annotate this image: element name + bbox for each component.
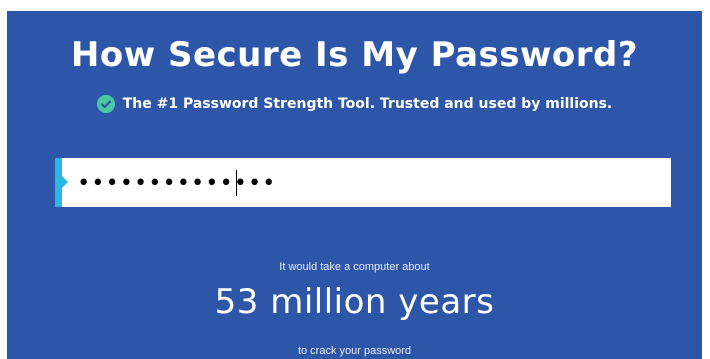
password-field-accent: [55, 158, 62, 207]
password-field-container[interactable]: [55, 158, 671, 207]
result-intro: It would take a computer about: [279, 261, 430, 273]
crack-time-result: 53 million years: [214, 282, 495, 322]
check-circle-icon: [96, 95, 115, 113]
password-input[interactable]: [77, 168, 657, 198]
subtitle: The #1 Password Strength Tool. Trusted a…: [122, 96, 613, 112]
result-outro: to crack your password: [297, 345, 412, 357]
page-panel: How Secure Is My Password? The #1 Passwo…: [7, 11, 702, 359]
text-caret: [236, 170, 237, 196]
arrow-indicator-icon: [62, 176, 68, 188]
tagline: The #1 Password Strength Tool. Trusted a…: [7, 95, 702, 113]
page-title: How Secure Is My Password?: [70, 35, 639, 75]
